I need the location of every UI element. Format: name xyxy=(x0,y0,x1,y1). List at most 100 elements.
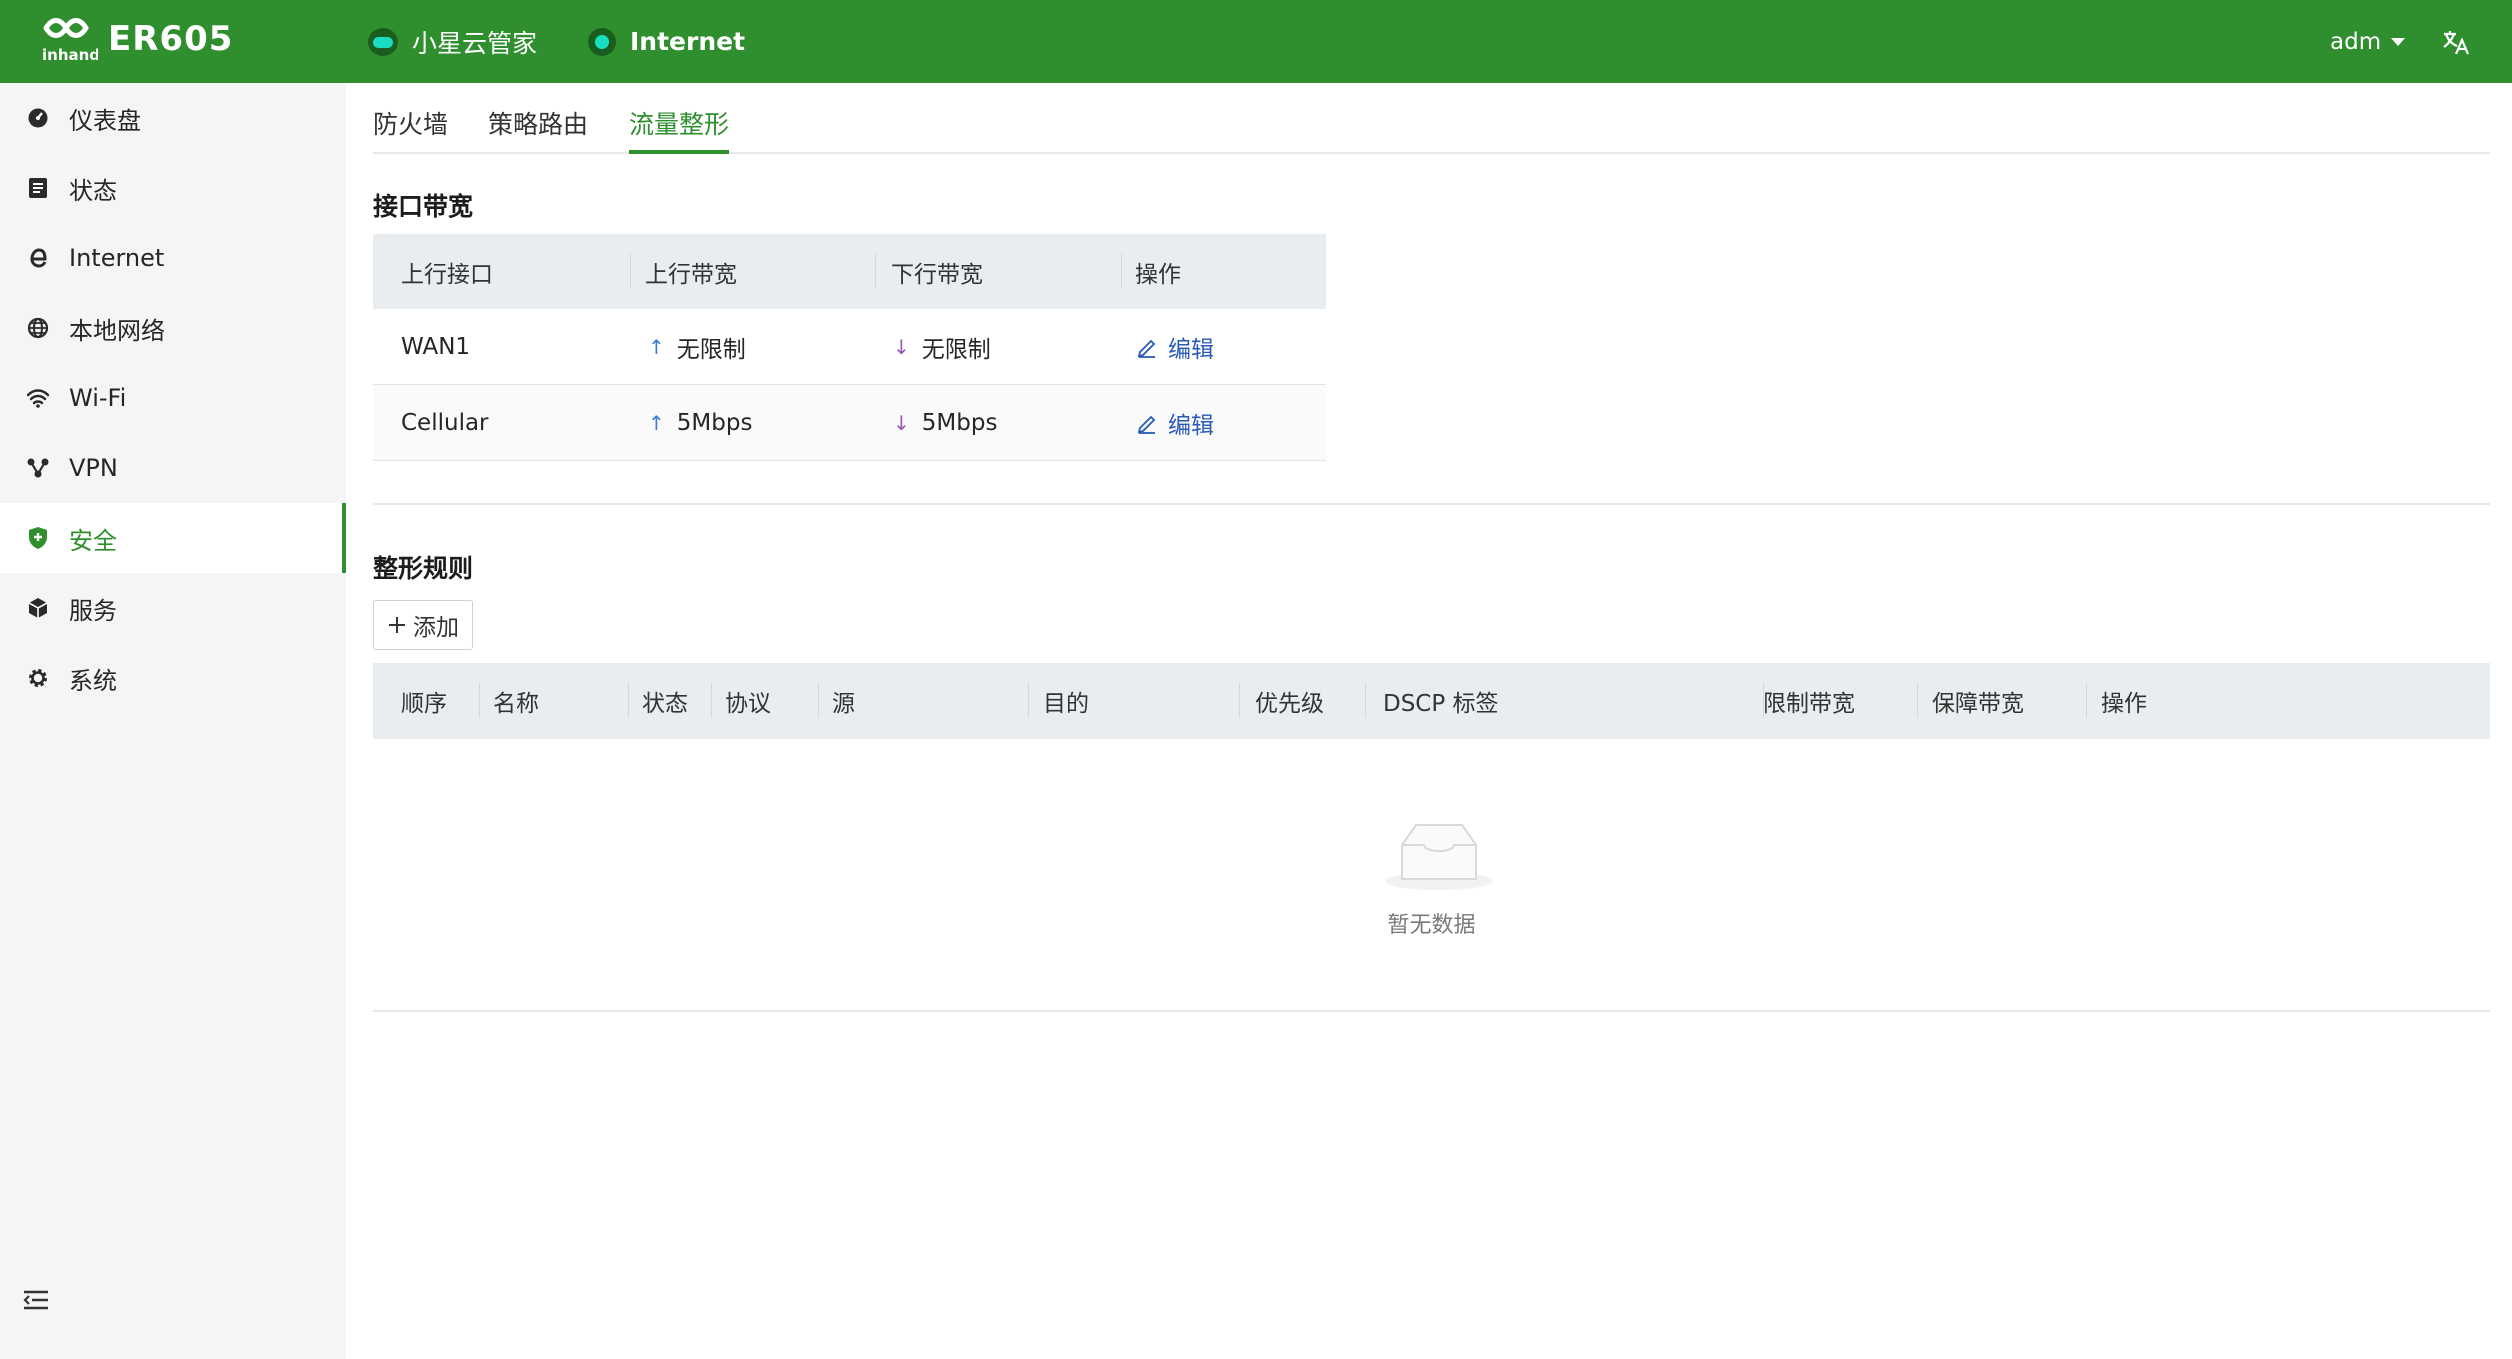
svg-text:inhand: inhand xyxy=(42,46,98,64)
down-bandwidth-cell: ↓ 5Mbps xyxy=(893,385,997,460)
down-bandwidth-value: 5Mbps xyxy=(921,409,998,436)
add-rule-label: 添加 xyxy=(413,615,459,641)
sidebar-item-label: Wi-Fi xyxy=(69,384,127,412)
product-name: ER605 xyxy=(108,19,234,59)
translate-icon-graphic xyxy=(2443,31,2470,55)
caret-down-icon xyxy=(2391,37,2406,46)
column-header: 状态 xyxy=(642,691,688,717)
column-header: 名称 xyxy=(493,691,539,717)
sidebar: 仪表盘 状态 Internet 本地网络 Wi-Fi VPN 安全 服务 系统 xyxy=(0,83,346,1359)
iface-cell: Cellular xyxy=(401,409,489,436)
empty-inbox-icon xyxy=(1385,824,1493,890)
rules-section-title: 整形规则 xyxy=(373,554,474,583)
translate-icon[interactable] xyxy=(2440,26,2472,58)
column-header: 操作 xyxy=(1135,261,1181,288)
down-bandwidth-value: 无限制 xyxy=(921,336,991,363)
edit-button[interactable]: 编辑 xyxy=(1136,330,1214,364)
internet-label: Internet xyxy=(630,27,746,56)
cloud-icon xyxy=(368,27,398,56)
section-divider xyxy=(373,1010,2490,1012)
tab-traffic-shaping[interactable]: 流量整形 xyxy=(629,105,730,154)
sidebar-item-vpn[interactable]: VPN xyxy=(0,433,346,503)
sidebar-item-status[interactable]: 状态 xyxy=(0,153,346,223)
vpn-icon xyxy=(26,456,50,480)
bandwidth-section-title: 接口带宽 xyxy=(373,192,474,221)
sidebar-item-internet[interactable]: Internet xyxy=(0,223,346,293)
column-divider xyxy=(628,683,629,718)
tab-policy-routing[interactable]: 策略路由 xyxy=(488,105,588,154)
table-row: Cellular ↑ 5Mbps ↓ 5Mbps 编辑 xyxy=(373,385,1326,461)
sidebar-item-label: 本地网络 xyxy=(69,316,165,345)
wifi-icon xyxy=(26,386,50,410)
pencil-icon xyxy=(1137,339,1156,358)
down-bandwidth-cell: ↓ 无限制 xyxy=(893,309,991,384)
column-divider xyxy=(1121,254,1122,289)
sidebar-item-services[interactable]: 服务 xyxy=(0,573,346,643)
cloud-manager-label: 小星云管家 xyxy=(412,28,538,58)
column-header: 操作 xyxy=(2101,691,2147,717)
internet-status[interactable]: Internet xyxy=(588,0,745,83)
status-icon xyxy=(26,176,50,200)
up-bandwidth-value: 无限制 xyxy=(676,336,746,363)
column-header: 上行带宽 xyxy=(645,261,737,288)
column-divider xyxy=(875,254,876,289)
column-header: 限制带宽 xyxy=(1763,691,1855,717)
arrow-up-icon: ↑ xyxy=(648,410,665,435)
section-divider xyxy=(373,503,2490,505)
sidebar-item-label: VPN xyxy=(69,454,118,482)
sidebar-item-label: 服务 xyxy=(69,596,117,625)
status-dot-icon xyxy=(588,27,616,56)
arrow-down-icon: ↓ xyxy=(893,410,910,435)
sidebar-item-system[interactable]: 系统 xyxy=(0,643,346,713)
empty-text: 暂无数据 xyxy=(1387,913,1476,938)
column-header: DSCP 标签 xyxy=(1383,691,1499,717)
globe-icon xyxy=(26,316,50,340)
tab-firewall[interactable]: 防火墙 xyxy=(373,105,448,154)
arrow-up-icon: ↑ xyxy=(648,334,665,359)
user-menu[interactable]: adm xyxy=(2330,0,2406,83)
up-bandwidth-cell: ↑ 5Mbps xyxy=(648,385,752,460)
sidebar-item-label: 仪表盘 xyxy=(69,106,141,135)
column-divider xyxy=(818,683,819,718)
rules-table: 顺序 名称 状态 协议 源 目的 优先级 DSCP 标签 限制带宽 保障带宽 操… xyxy=(373,663,2490,739)
column-divider xyxy=(1365,683,1366,718)
sidebar-item-security[interactable]: 安全 xyxy=(0,503,346,573)
plus-icon xyxy=(389,617,405,633)
column-divider xyxy=(479,683,480,718)
column-header: 优先级 xyxy=(1255,691,1324,717)
action-cell: 编辑 xyxy=(1136,385,1214,460)
column-divider xyxy=(711,683,712,718)
user-name: adm xyxy=(2330,28,2382,55)
sidebar-item-label: Internet xyxy=(69,244,165,272)
column-header: 保障带宽 xyxy=(1932,691,2024,717)
column-divider xyxy=(1917,683,1918,718)
table-row: WAN1 ↑ 无限制 ↓ 无限制 编辑 xyxy=(373,309,1326,385)
dashboard-icon xyxy=(26,106,50,130)
cloud-manager-link[interactable]: 小星云管家 xyxy=(368,0,537,83)
inhand-logo-icon: inhand xyxy=(42,18,98,64)
sidebar-item-local-network[interactable]: 本地网络 xyxy=(0,293,346,363)
tab-bar: 防火墙 策略路由 流量整形 xyxy=(373,83,2490,154)
iface-cell: WAN1 xyxy=(401,333,471,360)
edit-button[interactable]: 编辑 xyxy=(1136,406,1214,440)
column-header: 顺序 xyxy=(401,691,447,717)
column-divider xyxy=(2086,683,2087,718)
edit-label: 编辑 xyxy=(1168,412,1214,439)
column-divider xyxy=(1239,683,1240,718)
column-divider xyxy=(1028,683,1029,718)
add-rule-button[interactable]: 添加 xyxy=(373,600,473,650)
up-bandwidth-value: 5Mbps xyxy=(676,409,753,436)
menu-collapse-icon[interactable] xyxy=(22,1288,54,1316)
table-header: 顺序 名称 状态 协议 源 目的 优先级 DSCP 标签 限制带宽 保障带宽 操… xyxy=(373,663,2490,739)
sidebar-item-dashboard[interactable]: 仪表盘 xyxy=(0,83,346,153)
column-header: 上行接口 xyxy=(401,261,493,288)
column-divider xyxy=(630,254,631,289)
sidebar-item-label: 状态 xyxy=(69,176,117,205)
table-header: 上行接口 上行带宽 下行带宽 操作 xyxy=(373,234,1326,309)
bandwidth-table: 上行接口 上行带宽 下行带宽 操作 WAN1 ↑ 无限制 ↓ 无限制 编辑 Ce… xyxy=(373,234,1326,461)
top-bar: inhand ER605 小星云管家 Internet adm xyxy=(0,0,2512,83)
edit-label: 编辑 xyxy=(1168,336,1214,363)
column-header: 协议 xyxy=(725,691,771,717)
sidebar-item-wifi[interactable]: Wi-Fi xyxy=(0,363,346,433)
sidebar-item-label: 系统 xyxy=(69,666,117,695)
